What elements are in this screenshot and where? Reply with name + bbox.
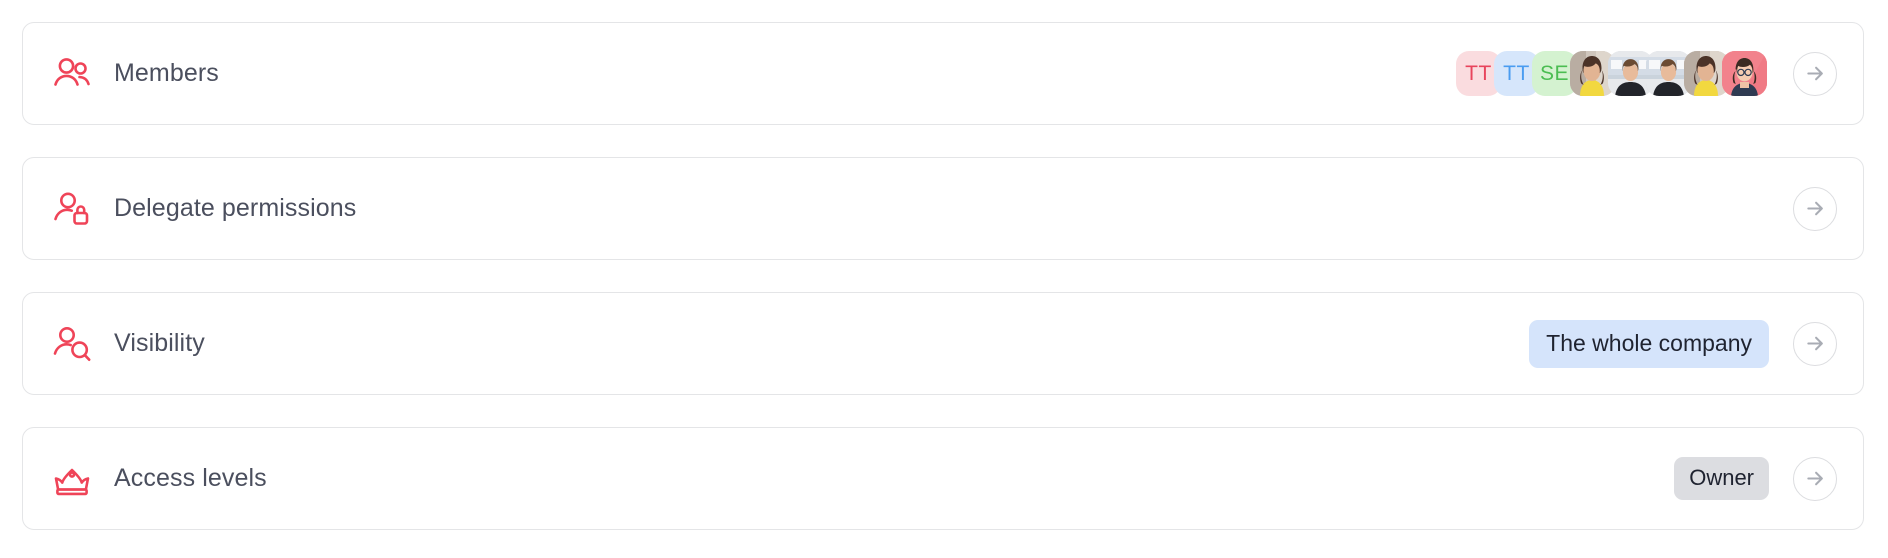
row-left-group: Access levels <box>50 457 267 501</box>
avatar-initials: SE <box>1539 61 1569 85</box>
arrow-right-icon <box>1806 66 1823 81</box>
member-avatar-stack[interactable]: TT TT SE <box>1456 51 1767 96</box>
avatar[interactable] <box>1722 51 1767 96</box>
row-right-group: The whole company <box>1529 319 1837 368</box>
access-level-badge[interactable]: Owner <box>1674 457 1769 500</box>
arrow-right-icon <box>1806 201 1823 216</box>
crown-icon <box>50 457 94 501</box>
row-label-delegate-permissions: Delegate permissions <box>114 194 357 222</box>
row-label-access-levels: Access levels <box>114 464 267 492</box>
delegate-permissions-arrow-button[interactable] <box>1793 186 1837 231</box>
avatar-initials: TT <box>1465 61 1492 85</box>
row-label-visibility: Visibility <box>114 329 205 357</box>
person-search-icon <box>50 322 94 366</box>
two-people-icon <box>50 52 94 96</box>
visibility-status-badge[interactable]: The whole company <box>1529 319 1769 368</box>
settings-row-access-levels[interactable]: Access levels Owner <box>22 427 1864 530</box>
visibility-arrow-button[interactable] <box>1793 321 1837 366</box>
members-arrow-button[interactable] <box>1793 51 1837 96</box>
row-label-members: Members <box>114 59 219 87</box>
arrow-right-icon <box>1806 336 1823 351</box>
settings-row-visibility[interactable]: Visibility The whole company <box>22 292 1864 395</box>
access-levels-arrow-button[interactable] <box>1793 456 1837 501</box>
row-left-group: Delegate permissions <box>50 187 356 231</box>
row-left-group: Visibility <box>50 322 205 366</box>
row-right-group: TT TT SE <box>1456 51 1837 96</box>
arrow-right-icon <box>1806 471 1823 486</box>
row-right-group <box>1793 186 1837 231</box>
avatar-initials: TT <box>1503 61 1530 85</box>
settings-row-members[interactable]: Members TT TT SE <box>22 22 1864 125</box>
settings-row-list: Members TT TT SE Delegate permissions Vi… <box>22 22 1864 530</box>
person-lock-icon <box>50 187 94 231</box>
settings-row-delegate-permissions[interactable]: Delegate permissions <box>22 157 1864 260</box>
row-right-group: Owner <box>1674 456 1837 501</box>
row-left-group: Members <box>50 52 219 96</box>
